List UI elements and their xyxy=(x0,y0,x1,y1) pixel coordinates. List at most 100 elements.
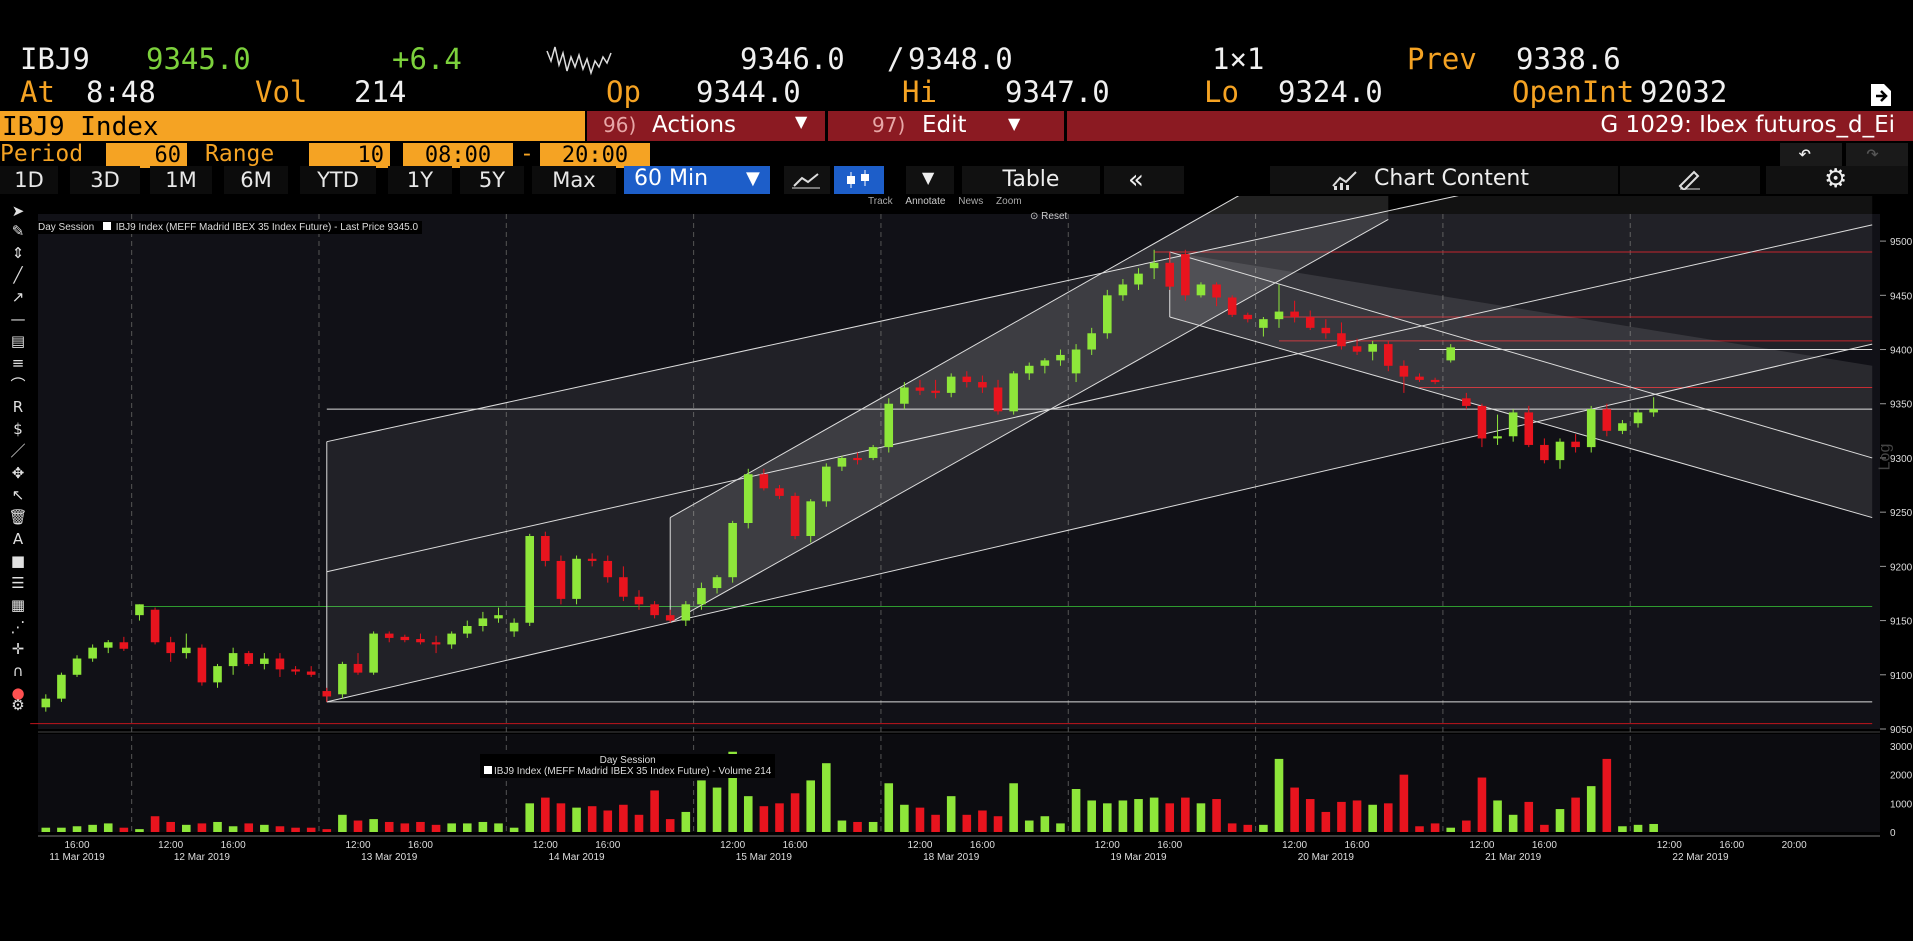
volume-tick-label: 3000 xyxy=(1890,742,1913,753)
end-time-input[interactable]: 20:00 xyxy=(540,143,650,168)
volume-bar xyxy=(697,780,706,832)
volume-bar xyxy=(1446,827,1456,832)
chart-content-icon xyxy=(1332,171,1357,190)
sidebar-toggle-button[interactable]: « xyxy=(1104,165,1184,195)
openint-value: 92032 xyxy=(1640,75,1728,109)
candle-body xyxy=(1399,365,1409,377)
volume-value: 214 xyxy=(354,75,407,109)
candle-body xyxy=(978,382,987,388)
price-legend: Day Session IBJ9 Index (MEFF Madrid IBEX… xyxy=(34,221,423,234)
annotate-toggle[interactable]: Annotate xyxy=(905,196,945,207)
export-icon[interactable] xyxy=(1868,80,1894,108)
edit-chart-button[interactable] xyxy=(1620,166,1760,194)
x-tick-label: 12:00 xyxy=(1282,840,1307,851)
interval-select[interactable]: 60 Min ▼ xyxy=(624,166,770,194)
volume-bar xyxy=(1540,824,1549,832)
volume-bar xyxy=(775,803,784,832)
volume-bar xyxy=(1508,814,1518,832)
news-toggle[interactable]: News xyxy=(958,196,983,207)
reset-label: Reset xyxy=(1041,211,1068,222)
x-tick-label: 16:00 xyxy=(1719,840,1744,851)
candle-body xyxy=(806,501,815,537)
zoom-toggle[interactable]: Zoom xyxy=(996,196,1022,207)
redo-button[interactable]: ↷ xyxy=(1846,141,1908,167)
track-toggle[interactable]: Track xyxy=(868,196,893,207)
y-tick-label: 9200 xyxy=(1890,562,1913,573)
volume-bar xyxy=(1321,811,1331,832)
openint-label: OpenInt xyxy=(1512,75,1635,109)
volume-bar xyxy=(743,796,753,832)
range-1y-button[interactable]: 1Y xyxy=(388,166,452,194)
range-1m-button[interactable]: 1M xyxy=(150,166,212,194)
range-1d-button[interactable]: 1D xyxy=(0,166,58,194)
y-tick-label: 9100 xyxy=(1890,671,1913,682)
settings-button[interactable]: ⚙ xyxy=(1766,164,1908,194)
candle-body xyxy=(868,447,878,458)
candle-body xyxy=(1368,344,1377,352)
price-chart[interactable]: 9050910091509200925093009350940094509500… xyxy=(0,196,1913,867)
range-input[interactable]: 10 xyxy=(309,143,390,168)
start-time-input[interactable]: 08:00 xyxy=(403,143,513,168)
bid-price: 9346.0 xyxy=(740,42,845,76)
candle-body xyxy=(946,376,956,393)
volume-bar xyxy=(244,823,254,832)
volume-bar xyxy=(619,804,628,832)
candle-body xyxy=(150,609,160,643)
candle-body xyxy=(431,642,441,645)
candle-body xyxy=(1305,317,1315,328)
candle-body xyxy=(1149,262,1159,269)
security-field[interactable]: IBJ9 Index xyxy=(0,111,585,142)
candle-body xyxy=(384,633,394,638)
period-input[interactable]: 60 xyxy=(106,143,187,168)
candle-body xyxy=(587,558,597,561)
edit-menu[interactable]: 97) Edit ▼ xyxy=(828,111,1064,141)
volume-bar xyxy=(884,783,894,832)
chevron-down-icon: ▼ xyxy=(746,168,760,189)
range-3d-button[interactable]: 3D xyxy=(70,166,140,194)
chart-type-dropdown[interactable]: ▼ xyxy=(906,166,954,194)
volume-bar xyxy=(182,824,191,832)
candle-chart-button[interactable] xyxy=(834,166,884,194)
x-tick-label: 12:00 xyxy=(345,840,370,851)
candle-body xyxy=(400,636,410,641)
table-button[interactable]: Table xyxy=(962,166,1100,194)
volume-bar xyxy=(1103,803,1112,832)
actions-menu[interactable]: 96) Actions ▼ xyxy=(587,111,825,141)
time-range-dash: - xyxy=(520,141,534,167)
range-ytd-button[interactable]: YTD xyxy=(300,166,376,194)
line-chart-button[interactable] xyxy=(784,166,830,194)
candle-body xyxy=(1649,409,1658,413)
high-label: Hi xyxy=(902,75,937,109)
gear-icon: ⚙ xyxy=(1824,164,1848,194)
volume-bar xyxy=(681,811,691,832)
range-5y-button[interactable]: 5Y xyxy=(460,166,524,194)
volume-bar xyxy=(1337,801,1346,832)
x-tick-label: 16:00 xyxy=(221,840,246,851)
volume-bar xyxy=(900,804,909,832)
chart-content-button[interactable]: Chart Content xyxy=(1270,166,1618,194)
candle-body xyxy=(993,387,1003,412)
high-value: 9347.0 xyxy=(1005,75,1110,109)
candle-body xyxy=(790,495,800,537)
candle-body xyxy=(728,523,737,578)
candle-body xyxy=(369,633,378,673)
volume-tick-label: 1000 xyxy=(1890,799,1913,810)
volume-bar xyxy=(1056,823,1065,832)
candle-body xyxy=(72,658,82,675)
candle-body xyxy=(541,536,550,561)
volume-bar xyxy=(1087,800,1096,832)
volume-bar xyxy=(1586,786,1596,832)
range-6m-button[interactable]: 6M xyxy=(224,166,288,194)
range-max-button[interactable]: Max xyxy=(532,166,616,194)
volume-bar xyxy=(1649,823,1658,832)
candle-body xyxy=(1040,360,1050,366)
reset-button[interactable]: ⊙ Reset xyxy=(1030,211,1067,222)
volume-bar xyxy=(587,806,597,832)
volume-bar xyxy=(1071,789,1081,832)
volume-bar xyxy=(525,803,535,832)
volume-bar xyxy=(41,827,51,832)
candle-body xyxy=(1196,284,1206,296)
candle-body xyxy=(1181,254,1190,296)
actions-number: 96) xyxy=(603,113,637,137)
candle-body xyxy=(1103,295,1112,334)
